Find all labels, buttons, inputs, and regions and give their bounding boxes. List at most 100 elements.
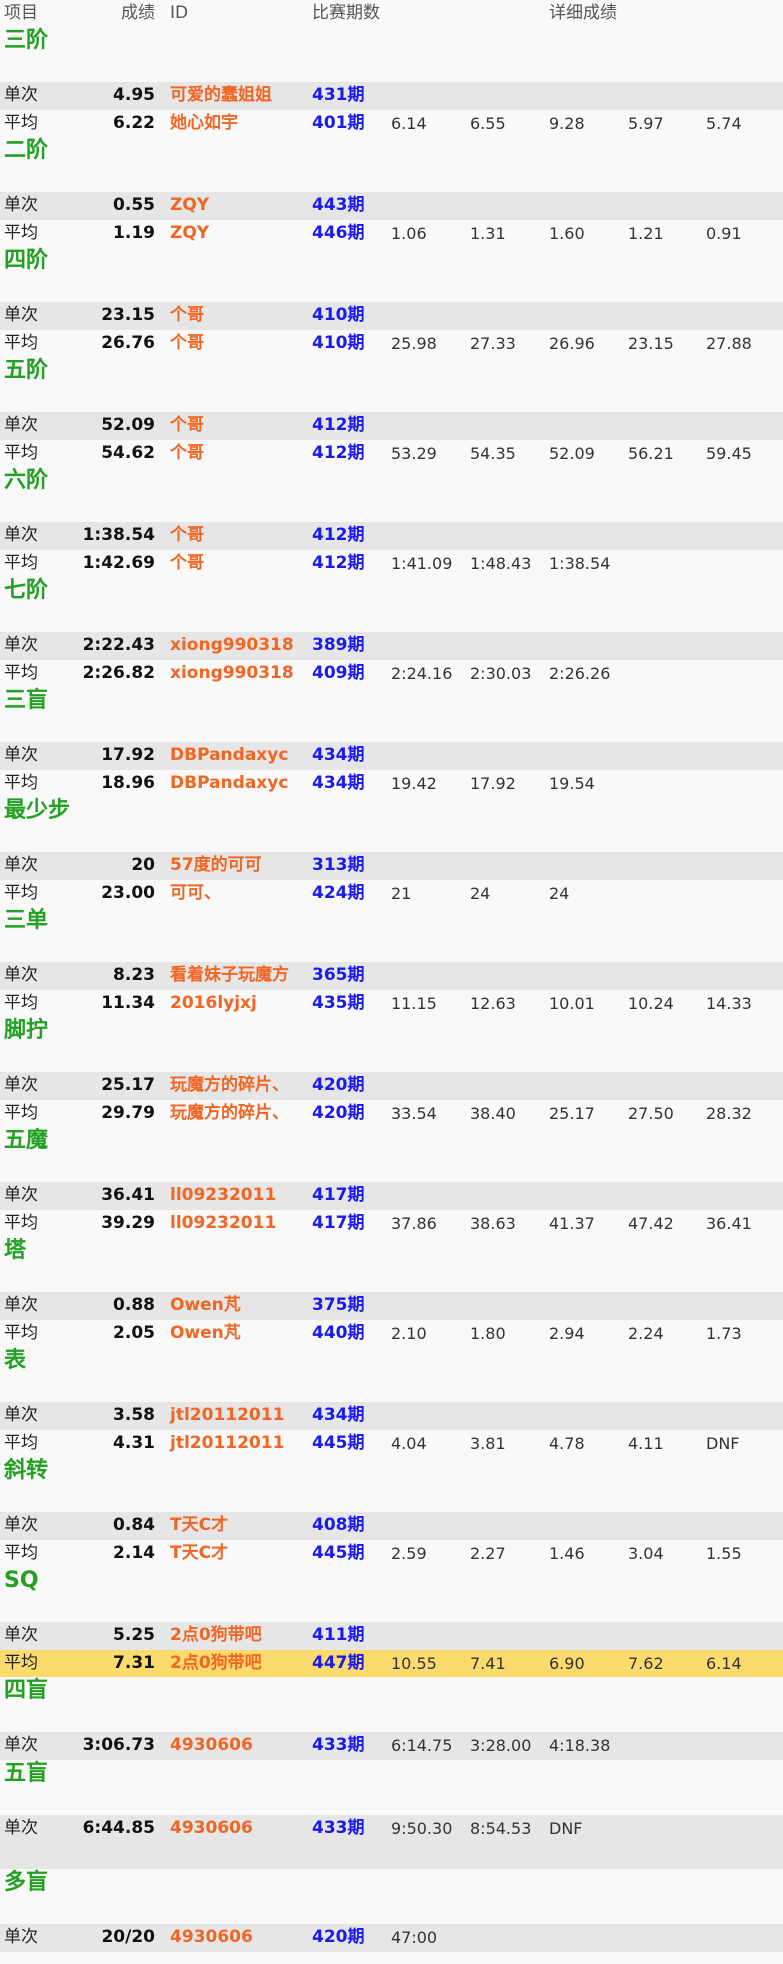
record-round-link[interactable]: 447期: [312, 1650, 365, 1678]
record-round-link[interactable]: 412期: [312, 522, 365, 550]
record-round-link[interactable]: 401期: [312, 110, 365, 138]
record-holder-link[interactable]: 4930606: [170, 1732, 253, 1760]
record-round-link[interactable]: 445期: [312, 1540, 365, 1568]
record-holder-link[interactable]: T天C才: [170, 1540, 228, 1568]
record-round-link[interactable]: 417期: [312, 1210, 365, 1238]
detail-time: 5.97: [628, 113, 664, 133]
record-holder-link[interactable]: 她心如宇: [170, 110, 238, 138]
record-holder-link[interactable]: ll09232011: [170, 1182, 276, 1210]
record-holder-link[interactable]: 可爱的蠢姐姐: [170, 82, 272, 110]
record-holder-link[interactable]: 个哥: [170, 550, 204, 578]
record-round-link[interactable]: 435期: [312, 990, 365, 1018]
detail-time: 11.15: [391, 993, 437, 1013]
record-holder-link[interactable]: 个哥: [170, 302, 204, 330]
detail-time: 2:26.26: [549, 663, 611, 683]
record-round-link[interactable]: 420期: [312, 1100, 365, 1128]
record-holder-link[interactable]: 个哥: [170, 330, 204, 358]
record-holder-link[interactable]: 个哥: [170, 412, 204, 440]
detail-time: 7.62: [628, 1653, 664, 1673]
record-result: 11.34: [101, 992, 155, 1013]
detail-time: 47:00: [391, 1928, 438, 1947]
record-result: 26.76: [101, 332, 155, 353]
record-holder-link[interactable]: 4930606: [170, 1924, 253, 1952]
table-row: 平均 29.79 玩魔方的碎片、 420期 33.54 38.40 25.17 27.50 28…: [0, 1100, 783, 1128]
record-holder-link[interactable]: 可可、: [170, 880, 221, 908]
event-title: 三阶: [4, 28, 49, 53]
record-round-link[interactable]: 433期: [312, 1732, 365, 1760]
record-holder-link[interactable]: DBPandaxyc: [170, 770, 288, 798]
records-table: 项目 成绩 ID 比赛期数 详细成绩 三阶 单次 4.95 可爱的蠢姐姐 431期 平均 6…: [0, 0, 783, 1952]
record-round-link[interactable]: 433期: [312, 1815, 365, 1843]
record-round-link[interactable]: 446期: [312, 220, 365, 248]
record-round-link[interactable]: 417期: [312, 1182, 365, 1210]
record-round-link[interactable]: 409期: [312, 660, 365, 688]
record-holder-link[interactable]: 4930606: [170, 1815, 253, 1843]
record-result: 0.88: [113, 1295, 155, 1315]
record-round-link[interactable]: 412期: [312, 412, 365, 440]
record-result: 20: [131, 855, 155, 875]
record-holder-link[interactable]: 2点0狗带吧: [170, 1622, 262, 1650]
record-round-link[interactable]: 410期: [312, 302, 365, 330]
record-round-link[interactable]: 408期: [312, 1512, 365, 1540]
detail-time: 4:18.38: [549, 1736, 611, 1755]
record-holder-link[interactable]: 个哥: [170, 440, 204, 468]
record-round-link[interactable]: 434期: [312, 742, 365, 770]
record-result: 23.00: [101, 882, 155, 903]
record-holder-link[interactable]: 玩魔方的碎片、: [170, 1100, 289, 1128]
detail-time: 27.88: [706, 333, 752, 353]
record-type: 平均: [4, 222, 38, 243]
record-holder-link[interactable]: 2016lyjxj: [170, 990, 257, 1018]
detail-time: 1.80: [470, 1323, 506, 1343]
record-type: 平均: [4, 662, 38, 683]
record-holder-link[interactable]: Owen芃: [170, 1292, 241, 1320]
detail-time: 3.04: [628, 1543, 664, 1563]
record-result: 2:26.82: [82, 662, 155, 683]
event-title: 三盲: [4, 688, 49, 713]
record-holder-link[interactable]: 2点0狗带吧: [170, 1650, 262, 1678]
record-type: 单次: [4, 415, 38, 435]
record-round-link[interactable]: 365期: [312, 962, 365, 990]
record-holder-link[interactable]: ZQY: [170, 220, 209, 248]
table-row: 单次 52.09 个哥 412期: [0, 412, 783, 440]
record-round-link[interactable]: 420期: [312, 1072, 365, 1100]
record-round-link[interactable]: 375期: [312, 1292, 365, 1320]
event-title: 表: [4, 1348, 27, 1373]
record-holder-link[interactable]: 个哥: [170, 522, 204, 550]
record-round-link[interactable]: 411期: [312, 1622, 365, 1650]
table-row: 单次 23.15 个哥 410期: [0, 302, 783, 330]
record-type: 单次: [4, 1075, 38, 1095]
header-id: ID: [170, 3, 189, 23]
record-holder-link[interactable]: Owen芃: [170, 1320, 241, 1348]
record-round-link[interactable]: 424期: [312, 880, 365, 908]
record-round-link[interactable]: 410期: [312, 330, 365, 358]
record-holder-link[interactable]: ZQY: [170, 192, 209, 220]
detail-time: 54.35: [470, 443, 516, 463]
table-row: 单次 1:38.54 个哥 412期: [0, 522, 783, 550]
record-round-link[interactable]: 443期: [312, 192, 365, 220]
record-holder-link[interactable]: T天C才: [170, 1512, 228, 1540]
record-holder-link[interactable]: jtl20112011: [170, 1430, 284, 1458]
record-round-link[interactable]: 440期: [312, 1320, 365, 1348]
record-holder-link[interactable]: jtl20112011: [170, 1402, 284, 1430]
record-holder-link[interactable]: DBPandaxyc: [170, 742, 288, 770]
record-holder-link[interactable]: ll09232011: [170, 1210, 276, 1238]
record-round-link[interactable]: 434期: [312, 770, 365, 798]
detail-time: 10.24: [628, 993, 674, 1013]
record-holder-link[interactable]: xiong990318: [170, 660, 294, 688]
record-type: 单次: [4, 635, 38, 655]
record-round-link[interactable]: 412期: [312, 550, 365, 578]
record-round-link[interactable]: 431期: [312, 82, 365, 110]
record-holder-link[interactable]: xiong990318: [170, 632, 294, 660]
record-round-link[interactable]: 420期: [312, 1924, 365, 1952]
record-round-link[interactable]: 313期: [312, 852, 365, 880]
record-round-link[interactable]: 434期: [312, 1402, 365, 1430]
record-holder-link[interactable]: 看着妹子玩魔方: [170, 962, 289, 990]
record-type: 平均: [4, 1102, 38, 1123]
record-holder-link[interactable]: 57度的可可: [170, 852, 262, 880]
detail-time: 2.94: [549, 1323, 585, 1343]
record-holder-link[interactable]: 玩魔方的碎片、: [170, 1072, 289, 1100]
record-round-link[interactable]: 412期: [312, 440, 365, 468]
event-section-header: 七阶: [0, 577, 783, 632]
record-round-link[interactable]: 389期: [312, 632, 365, 660]
record-round-link[interactable]: 445期: [312, 1430, 365, 1458]
